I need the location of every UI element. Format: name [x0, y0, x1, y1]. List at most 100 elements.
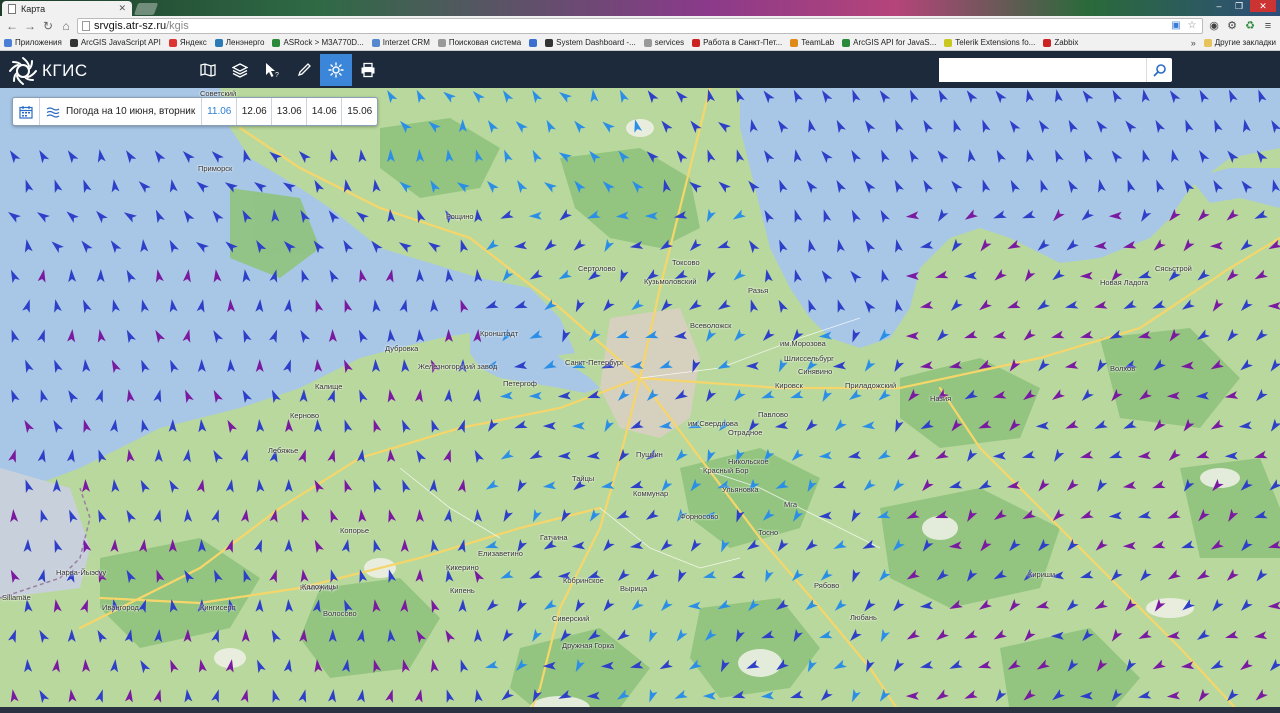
back-icon[interactable]: ←	[5, 19, 19, 33]
other-bookmarks-folder[interactable]: Другие закладки	[1203, 38, 1276, 47]
place-label: Синявино	[798, 367, 833, 376]
page-icon	[8, 3, 16, 14]
url-host: srvgis.atr-sz.ru	[94, 19, 167, 32]
bookmark-item[interactable]: TeamLab	[790, 38, 834, 47]
sync-icon[interactable]: ♻	[1243, 19, 1257, 33]
translate-icon[interactable]: ▣	[1170, 20, 1182, 32]
taskbar-strip	[0, 707, 1280, 713]
search-input[interactable]	[939, 58, 1146, 82]
place-label: Кузьмоловский	[644, 277, 697, 286]
map-icon	[200, 63, 216, 77]
bookmark-icon	[790, 38, 799, 47]
search-button[interactable]	[1146, 58, 1172, 82]
bookmark-icon	[69, 38, 78, 47]
browser-tab[interactable]: Карта ✕	[2, 1, 132, 16]
bookmark-icon	[4, 38, 12, 47]
bookmark-icon	[437, 38, 446, 47]
place-label: Назия	[930, 394, 952, 403]
bookmark-item[interactable]: Zabbix	[1043, 38, 1078, 47]
bookmark-item[interactable]: ArcGIS API for JavaS...	[842, 38, 936, 47]
place-label: Кингисепп	[200, 603, 236, 612]
print-tool-button[interactable]	[352, 54, 384, 86]
day-tab[interactable]: 13.06	[272, 98, 308, 125]
draw-tool-button[interactable]	[288, 54, 320, 86]
reload-icon[interactable]: ↻	[41, 19, 55, 33]
map-tool-button[interactable]	[192, 54, 224, 86]
bookmark-item[interactable]: Ленэнерго	[214, 38, 264, 47]
url-path: /kgis	[166, 19, 189, 32]
pencil-icon	[297, 63, 311, 77]
bookmark-icon	[272, 38, 281, 47]
bookmark-item[interactable]: Приложения	[4, 38, 62, 47]
place-label: Рощино	[446, 212, 474, 221]
address-bar[interactable]: srvgis.atr-sz.ru/kgis ▣ ☆	[77, 17, 1203, 34]
forward-icon[interactable]: →	[23, 19, 37, 33]
wind-layer-button[interactable]: Погода на 10 июня, вторник	[40, 98, 201, 125]
place-label: Вырица	[620, 584, 648, 593]
bookmark-icon	[842, 38, 851, 47]
bookmark-item[interactable]: Поисковая система	[437, 38, 522, 47]
bookmark-item[interactable]: System Dashboard -...	[545, 38, 636, 47]
bookmark-label: ArcGIS API for JavaS...	[853, 38, 937, 47]
bookmark-label: Interzet CRM	[382, 38, 430, 47]
place-label: Рябово	[814, 581, 840, 590]
weather-tool-button[interactable]	[320, 54, 352, 86]
place-label: Лебяжье	[268, 446, 299, 455]
bookmark-item[interactable]: Работа в Санкт-Пет...	[692, 38, 782, 47]
day-tab[interactable]: 11.06	[202, 98, 238, 125]
day-tab[interactable]: 12.06	[237, 98, 273, 125]
bookmark-label: Поисковая система	[448, 38, 522, 47]
folder-icon	[1203, 38, 1212, 47]
place-label: Никольское	[728, 457, 769, 466]
menu-icon[interactable]: ≡	[1261, 19, 1275, 33]
bookmark-icon	[371, 38, 380, 47]
bookmark-item[interactable]: services	[643, 38, 684, 47]
bookmark-icon	[643, 38, 652, 47]
bookmark-label: Работа в Санкт-Пет...	[703, 38, 783, 47]
day-tab[interactable]: 14.06	[307, 98, 343, 125]
settings-gear-icon[interactable]: ⚙	[1225, 19, 1239, 33]
bookmark-icon	[529, 38, 538, 47]
place-label: Пушкин	[636, 450, 663, 459]
calendar-button[interactable]	[13, 98, 40, 125]
place-label: Дубровка	[385, 344, 419, 353]
map-view[interactable]: Советский Приморск Рощино Сертолово Токсово К…	[0, 88, 1280, 713]
search-icon	[1153, 64, 1166, 77]
bookmark-item[interactable]: Яндекс	[168, 38, 207, 47]
bookmark-icon	[1043, 38, 1052, 47]
print-icon	[361, 62, 375, 78]
place-label: Форносово	[680, 512, 719, 521]
bookmark-item[interactable]: ArcGIS JavaScript API	[69, 38, 161, 47]
place-label: Тосно	[758, 528, 779, 537]
bookmark-label: ArcGIS JavaScript API	[80, 38, 161, 47]
map-tools: ?	[192, 54, 384, 86]
svg-text:?: ?	[275, 72, 279, 78]
bookmark-item[interactable]: ASRock > M3A770D...	[272, 38, 364, 47]
place-label: Гатчина	[540, 533, 568, 542]
minimize-icon[interactable]: –	[1210, 0, 1228, 12]
app-header: КГИС ?	[0, 52, 1280, 88]
place-label: Всеволожск	[690, 321, 732, 330]
place-label: им.Морозова	[780, 339, 826, 348]
bookmark-item[interactable]: Interzet CRM	[371, 38, 430, 47]
identify-tool-button[interactable]: ?	[256, 54, 288, 86]
bookmark-label: ASRock > M3A770D...	[283, 38, 364, 47]
bookmark-item[interactable]: Telerik Extensions fo...	[944, 38, 1035, 47]
layers-tool-button[interactable]	[224, 54, 256, 86]
browser-tab-strip: Карта ✕ – ❐ ✕	[0, 0, 1280, 16]
home-icon[interactable]: ⌂	[59, 19, 73, 33]
maximize-icon[interactable]: ❐	[1230, 0, 1248, 12]
place-label: Любань	[850, 613, 877, 622]
day-tab[interactable]: 15.06	[342, 98, 377, 125]
place-label: им.Свердлова	[688, 419, 738, 428]
window-close-icon[interactable]: ✕	[1250, 0, 1276, 12]
app-logo[interactable]: КГИС	[8, 56, 88, 86]
bookmark-item[interactable]	[529, 38, 538, 47]
place-label: Кикерино	[446, 563, 479, 572]
bookmark-star-icon[interactable]: ☆	[1186, 20, 1198, 32]
bookmarks-more-button[interactable]: »	[1191, 38, 1196, 48]
new-tab-button[interactable]	[133, 3, 159, 15]
tab-close-icon[interactable]: ✕	[118, 3, 126, 14]
layers-icon	[232, 63, 248, 78]
extension-icon[interactable]: ◉	[1207, 19, 1221, 33]
